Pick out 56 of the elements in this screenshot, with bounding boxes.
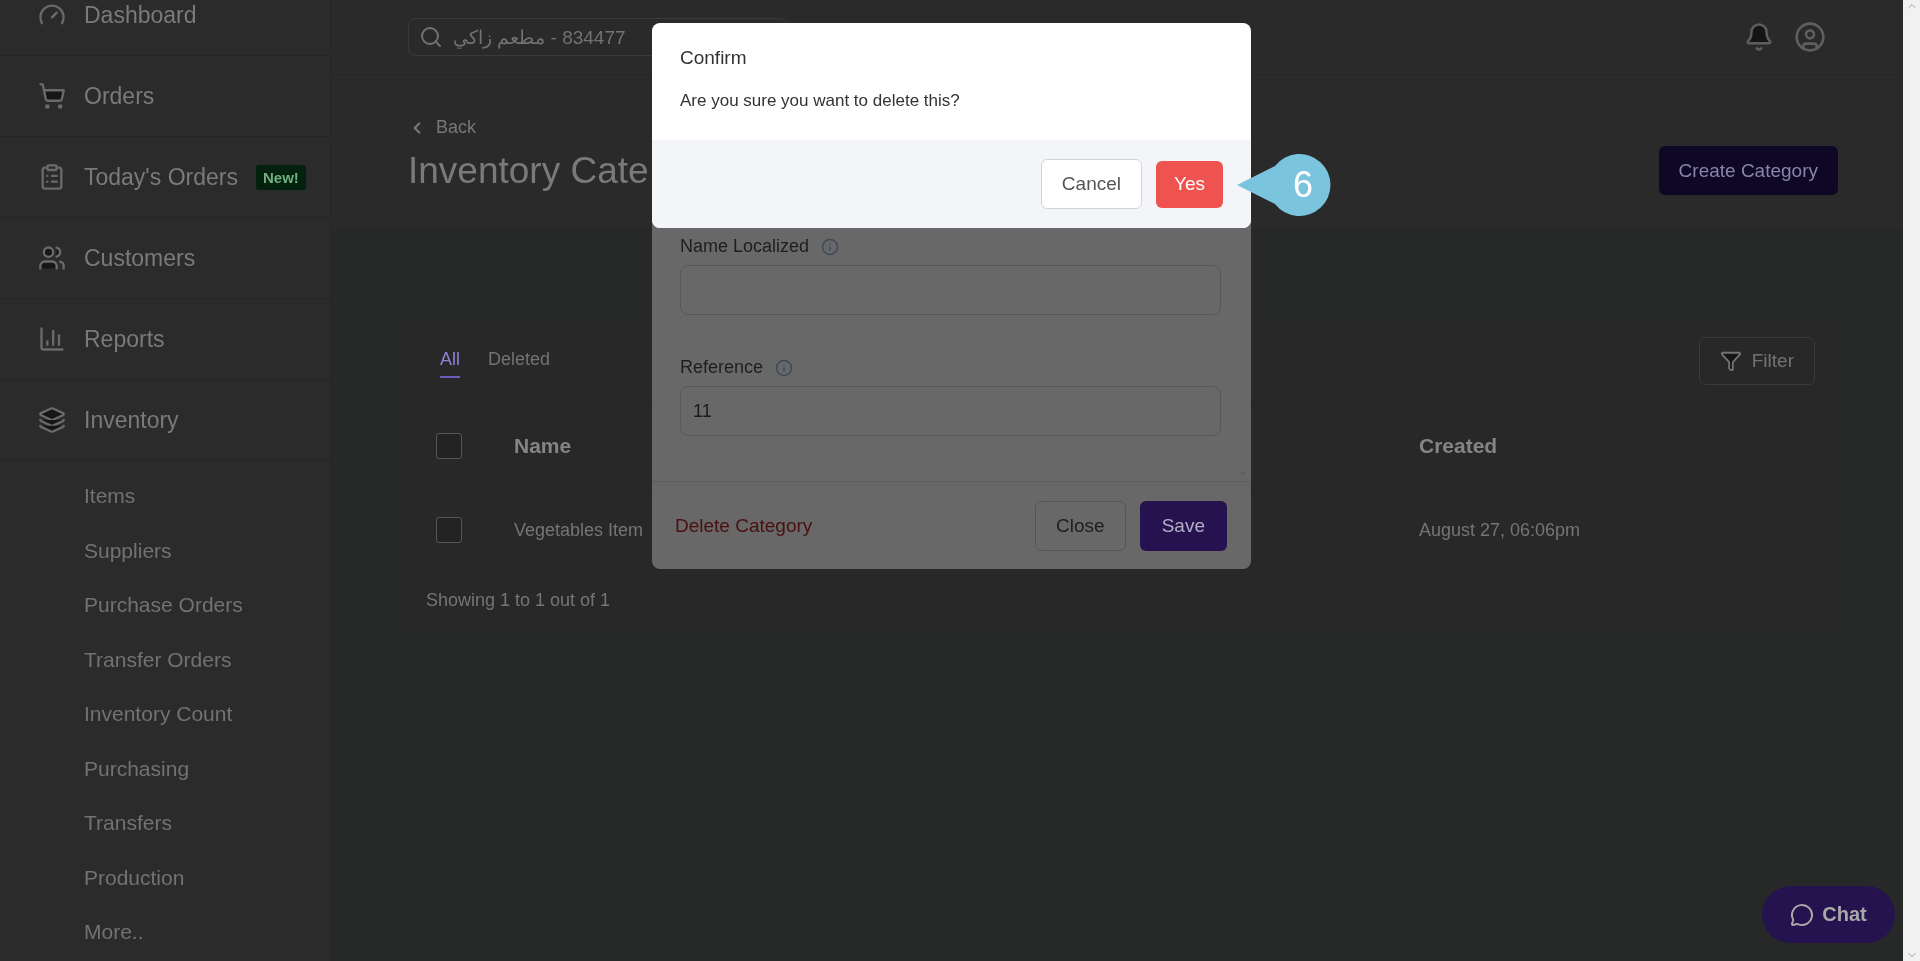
chat-bubble-icon (1790, 902, 1815, 927)
sidebar-label: Inventory (84, 406, 179, 434)
field-label: Name Localized (680, 236, 810, 257)
new-badge: New! (255, 164, 306, 190)
sidebar-subitem[interactable]: Purchasing (84, 741, 330, 796)
bell-icon[interactable] (1744, 22, 1774, 52)
pagination-text: Showing 1 to 1 out of 1 (425, 589, 612, 611)
checkbox[interactable] (436, 517, 462, 543)
table-cell: Vegetables Item (514, 519, 644, 540)
save-button[interactable]: Save (1139, 500, 1227, 551)
sidebar-item[interactable]: Today's Orders New! (0, 137, 330, 218)
sidebar-item[interactable]: Dashboard (0, 0, 330, 56)
sidebar-item[interactable]: Customers (0, 218, 330, 299)
sidebar-subitem[interactable]: Purchase Orders (84, 578, 330, 633)
tab[interactable]: Deleted (488, 343, 551, 378)
sidebar-item[interactable]: Reports (0, 299, 330, 380)
avatar-icon[interactable] (1794, 21, 1826, 53)
cancel-button[interactable]: Cancel (1040, 159, 1142, 209)
sidebar-label: Today's Orders (84, 163, 238, 191)
close-button[interactable]: Close (1035, 500, 1126, 551)
tab[interactable]: All (440, 343, 460, 378)
filter-button[interactable]: Filter (1698, 336, 1815, 385)
sidebar-subitem[interactable]: Suppliers (84, 523, 330, 578)
sidebar-subitem[interactable]: Items (84, 469, 330, 524)
field-label: Reference (680, 357, 764, 378)
sidebar-label: Dashboard (84, 1, 197, 29)
input-field[interactable]: 11 (680, 386, 1221, 436)
chat-button[interactable]: Chat (1762, 886, 1895, 943)
sidebar-label: Reports (84, 325, 165, 353)
checkbox[interactable] (436, 433, 462, 459)
delete-link[interactable]: Delete Category (675, 514, 813, 537)
sidebar-subitem[interactable]: Production (84, 850, 330, 905)
people-icon (38, 244, 66, 272)
info-icon (821, 237, 840, 256)
filter-icon (1719, 349, 1742, 372)
sidebar-subitem[interactable]: Transfer Orders (84, 632, 330, 687)
search-icon (419, 25, 443, 49)
column-header: Name (514, 434, 572, 457)
sidebar-label: Orders (84, 82, 155, 110)
layers-icon (38, 406, 66, 434)
sidebar-label: Customers (84, 244, 196, 272)
cart-icon (38, 82, 66, 110)
bar-chart-icon (38, 325, 66, 353)
table-cell: August 27, 06:06pm (1419, 519, 1581, 541)
column-header: Created (1419, 434, 1498, 458)
sidebar-item[interactable]: Inventory (0, 380, 330, 461)
sidebar-item[interactable]: Orders (0, 56, 330, 137)
back-link[interactable]: Back (408, 117, 649, 138)
yes-button[interactable]: Yes (1156, 160, 1223, 208)
page-title: Inventory Cate (408, 150, 649, 192)
info-icon (775, 358, 794, 377)
sidebar-subitem[interactable]: More.. (84, 905, 330, 960)
create-category-button[interactable]: Create Category (1658, 146, 1838, 195)
sidebar-subitem[interactable]: Transfers (84, 796, 330, 851)
dialog-message: Are you sure you want to delete this? (679, 90, 961, 112)
sidebar-subitem[interactable]: Inventory Count (84, 687, 330, 742)
